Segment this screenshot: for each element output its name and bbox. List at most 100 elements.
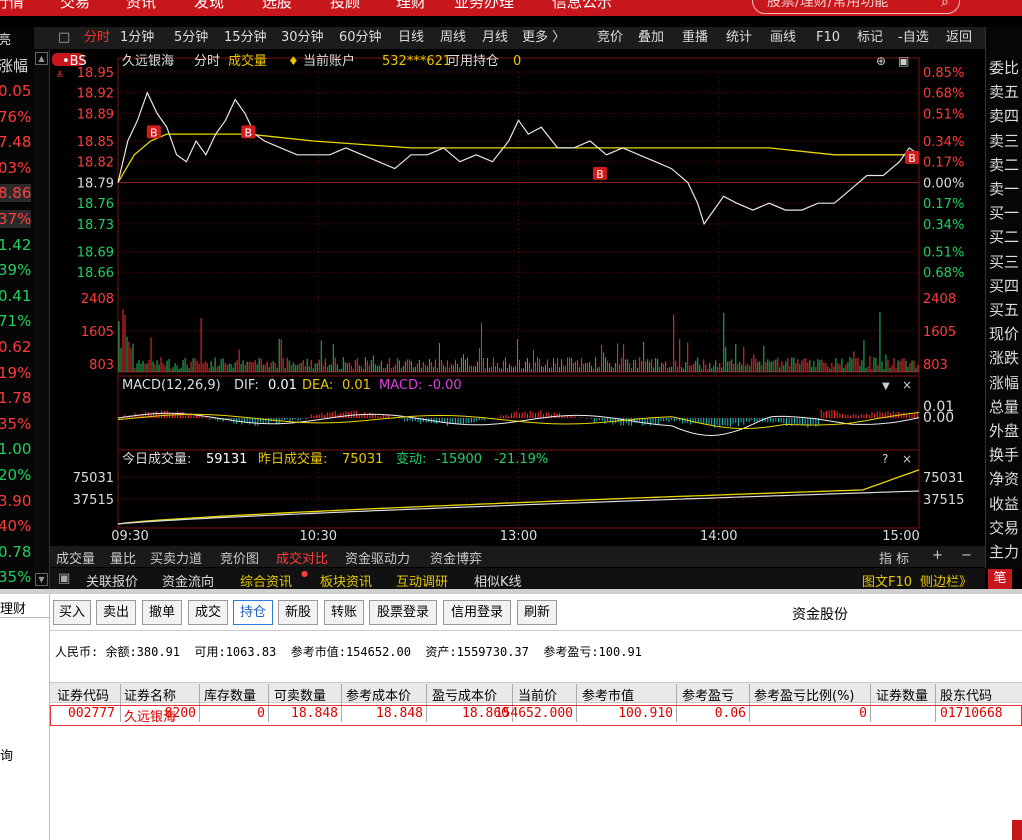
transfer-button[interactable]: 转账 <box>324 600 364 625</box>
price-tick-label: 18.85 <box>77 135 114 150</box>
table-header-cell[interactable]: 参考盈亏比例(%) <box>754 685 855 704</box>
search-box[interactable]: 股票/理财/常用功能 ⌕ <box>752 0 960 14</box>
trade-sidebar-label[interactable]: 理财 <box>0 598 26 617</box>
btn-auction[interactable]: 竞价 <box>597 29 623 47</box>
table-header-cell[interactable]: 证券数量 <box>876 685 928 704</box>
buy-button[interactable]: 买入 <box>53 600 91 625</box>
tab-1min[interactable]: 1分钟 <box>120 29 154 47</box>
panel-toggle-icon[interactable]: ▣ <box>58 571 70 586</box>
btn-f10[interactable]: F10 <box>816 29 840 47</box>
deals-button[interactable]: 成交 <box>188 600 228 625</box>
table-header-cell[interactable]: 可卖数量 <box>274 685 326 704</box>
volume-tick-label: 803 <box>89 358 114 373</box>
time-tick-label: 13:00 <box>500 529 537 544</box>
table-header-cell[interactable]: 当前价 <box>518 685 557 704</box>
tab-auction-chart[interactable]: 竞价图 <box>220 548 259 567</box>
cancel-order-button[interactable]: 撤单 <box>142 600 182 625</box>
sidebar-toggle[interactable]: 侧边栏》 <box>920 571 972 590</box>
menu-disclosure[interactable]: 信息公示 <box>552 0 612 12</box>
tab-volume-compare[interactable]: 成交对比 <box>276 548 328 567</box>
table-header-cell[interactable]: 股东代码 <box>940 685 992 704</box>
remove-indicator-button[interactable]: − <box>961 548 972 563</box>
tab-general-news[interactable]: 综合资讯 <box>240 571 292 590</box>
tab-fund-flow[interactable]: 资金流向 <box>162 571 214 590</box>
volume-tick-label-right: 2408 <box>923 292 956 307</box>
table-row[interactable] <box>50 705 1022 726</box>
menu-trade[interactable]: 交易 <box>60 0 90 12</box>
add-indicator-button[interactable]: + <box>932 548 943 563</box>
tab-5min[interactable]: 5分钟 <box>174 29 208 47</box>
tab-f10-graphic[interactable]: 图文F10 <box>862 571 912 590</box>
btn-overlay[interactable]: 叠加 <box>638 29 664 47</box>
table-header-cell[interactable]: 证券名称 <box>124 685 176 704</box>
tab-volume-ratio[interactable]: 量比 <box>110 548 136 567</box>
left-scroll-rail[interactable] <box>34 50 50 590</box>
trade-sidebar-label-2[interactable]: 询 <box>0 745 13 764</box>
left-strip-value: 7.48 <box>0 133 32 152</box>
trade-sidebar: 理财 询 <box>0 594 50 840</box>
menu-advisor[interactable]: 投顾 <box>330 0 360 12</box>
tab-intraday[interactable]: 分时 <box>84 29 110 47</box>
menu-market[interactable]: 行情 <box>0 0 24 12</box>
tab-similar-kline[interactable]: 相似K线 <box>474 571 522 590</box>
table-header-cell[interactable]: 参考成本价 <box>346 685 411 704</box>
btn-back[interactable]: 返回 <box>946 29 972 47</box>
pct-tick-label: 0.34% <box>923 218 964 233</box>
volume-label: 成交量 <box>228 53 267 69</box>
btn-statistics[interactable]: 统计 <box>726 29 752 47</box>
btn-replay[interactable]: 重播 <box>682 29 708 47</box>
layout-toggle-icon[interactable]: □ <box>58 29 70 47</box>
tab-buy-sell-power[interactable]: 买卖力道 <box>150 548 202 567</box>
tab-30min[interactable]: 30分钟 <box>281 29 324 47</box>
left-strip-value: 20% <box>0 466 32 484</box>
account-summary: 人民币: 余额:380.91 可用:1063.83 参考市值:154652.00… <box>55 645 642 659</box>
macd-value-label: MACD: <box>379 378 422 393</box>
menu-stock-picker[interactable]: 选股 <box>262 0 292 12</box>
today-volume-label: 今日成交量: <box>122 451 191 467</box>
scroll-down-icon[interactable]: ▼ <box>35 573 48 586</box>
tab-fund-drive[interactable]: 资金驱动力 <box>345 548 410 567</box>
table-header-cell[interactable]: 参考市值 <box>582 685 634 704</box>
ipo-button[interactable]: 新股 <box>278 600 318 625</box>
indicator-button[interactable]: 指 标 <box>879 548 909 567</box>
credit-login-button[interactable]: 信用登录 <box>443 600 511 625</box>
menu-business[interactable]: 业务办理 <box>454 0 514 12</box>
menu-discover[interactable]: 发现 <box>194 0 224 12</box>
scroll-up-icon[interactable]: ▲ <box>35 52 48 65</box>
tab-interactive-research[interactable]: 互动调研 <box>396 571 448 590</box>
tab-15min[interactable]: 15分钟 <box>224 29 267 47</box>
table-header-cell[interactable]: 证券代码 <box>57 685 109 704</box>
corner-badge[interactable] <box>1012 820 1022 840</box>
tab-weekly[interactable]: 周线 <box>440 29 466 47</box>
sell-button[interactable]: 卖出 <box>96 600 136 625</box>
menu-news[interactable]: 资讯 <box>126 0 156 12</box>
tab-sector-news[interactable]: 板块资讯 <box>320 571 372 590</box>
search-icon[interactable]: ⌕ <box>941 0 949 15</box>
top-menu-bar: 行情 交易 资讯 发现 选股 投顾 理财 业务办理 信息公示 股票/理财/常用功… <box>0 0 1022 16</box>
tab-related-quotes[interactable]: 关联报价 <box>86 571 138 590</box>
stock-login-button[interactable]: 股票登录 <box>369 600 437 625</box>
tab-daily[interactable]: 日线 <box>398 29 424 47</box>
positions-button[interactable]: 持仓 <box>233 600 273 625</box>
pen-button[interactable]: 笔 <box>988 569 1012 589</box>
tab-60min[interactable]: 60分钟 <box>339 29 382 47</box>
btn-mark[interactable]: 标记 <box>857 29 883 47</box>
tab-volume[interactable]: 成交量 <box>56 548 95 567</box>
table-header-cell[interactable]: 盈亏成本价 <box>432 685 497 704</box>
intraday-chart[interactable]: •BS 久远银海 分时 成交量 当前账户 532***621 可用持仓 0 ♦ ⊕ ▣ ≚ 18.95 0… <box>50 50 985 545</box>
table-header-cell[interactable]: 参考盈亏 <box>682 685 734 704</box>
tab-fund-game[interactable]: 资金博弈 <box>430 548 482 567</box>
dif-value: 0.01 <box>268 378 297 393</box>
table-header-cell[interactable]: 库存数量 <box>204 685 256 704</box>
refresh-button[interactable]: 刷新 <box>517 600 557 625</box>
volume-tick-label-right: 803 <box>923 358 948 373</box>
order-book-label: 卖三 <box>989 131 1020 150</box>
tab-monthly[interactable]: 月线 <box>482 29 508 47</box>
order-book-label: 卖一 <box>989 180 1020 198</box>
buy-marker-label: B <box>150 126 158 139</box>
menu-wealth[interactable]: 理财 <box>396 0 426 12</box>
btn-remove-watchlist[interactable]: -自选 <box>898 29 929 47</box>
tab-more[interactable]: 更多 〉 <box>522 29 565 47</box>
help-icon: ? <box>882 452 888 466</box>
btn-draw[interactable]: 画线 <box>770 29 796 47</box>
